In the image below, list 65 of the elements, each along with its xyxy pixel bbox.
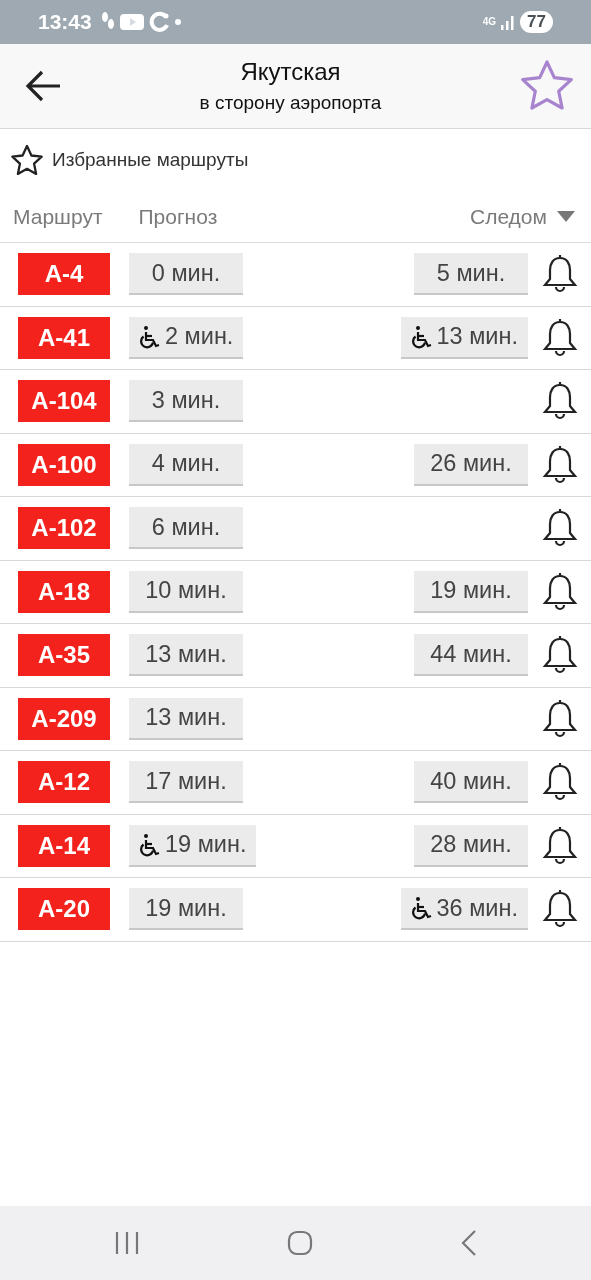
dot-icon <box>173 18 182 26</box>
back-icon[interactable] <box>461 1230 478 1256</box>
bell-icon[interactable] <box>542 889 578 930</box>
bell-icon[interactable] <box>542 698 578 739</box>
arrival-time: 4 мин. <box>129 443 243 486</box>
wheelchair-icon <box>139 324 161 349</box>
next-arrival-time: 26 мин. <box>414 443 528 486</box>
wheelchair-icon <box>139 832 161 857</box>
next-arrival-time: 19 мин. <box>414 570 528 613</box>
arrival-time: 13 мин. <box>129 634 243 677</box>
signal-icon <box>500 14 517 30</box>
arrival-time: 6 мин. <box>129 507 243 550</box>
route-badge: А-104 <box>18 380 110 423</box>
column-header: Маршрут <box>13 204 103 229</box>
next-arrival-time: 13 мин. <box>400 316 528 359</box>
bell-icon[interactable] <box>542 825 578 866</box>
arrival-time: 10 мин. <box>129 570 243 613</box>
bell-icon[interactable] <box>542 762 578 803</box>
caret-icon <box>557 211 575 222</box>
clock: 13:43 <box>38 10 92 34</box>
sort-dropdown[interactable]: Следом <box>470 204 575 229</box>
bell-icon[interactable] <box>542 444 578 485</box>
arrival-time: 0 мин. <box>129 253 243 296</box>
recent-apps-icon[interactable] <box>113 1231 140 1255</box>
arrival-time: 3 мин. <box>129 380 243 423</box>
arrival-time: 2 мин. <box>129 316 244 359</box>
route-badge: А-41 <box>18 316 110 359</box>
next-arrival-time: 44 мин. <box>414 634 528 677</box>
route-badge: А-14 <box>18 824 110 867</box>
back-button[interactable] <box>24 69 62 103</box>
bell-icon[interactable] <box>542 635 578 676</box>
wheelchair-icon <box>410 324 433 349</box>
route-badge: А-20 <box>18 888 110 931</box>
bell-icon[interactable] <box>542 317 578 358</box>
arrival-time: 17 мин. <box>129 761 243 804</box>
route-badge: А-4 <box>18 253 110 296</box>
arrival-time: 13 мин. <box>129 697 243 740</box>
arrival-time: 19 мин. <box>129 888 243 931</box>
route-badge: А-209 <box>18 697 110 740</box>
bell-icon[interactable] <box>542 254 578 295</box>
route-badge: А-12 <box>18 761 110 804</box>
arrival-time: 19 мин. <box>129 824 257 867</box>
direction-subtitle: в сторону аэропорта <box>199 92 382 114</box>
next-arrival-time: 5 мин. <box>414 253 528 296</box>
bell-icon[interactable] <box>542 381 578 422</box>
star-icon <box>10 144 44 176</box>
route-badge: А-102 <box>18 507 110 550</box>
route-badge: А-35 <box>18 634 110 677</box>
sync-icon <box>147 11 170 33</box>
star-icon[interactable] <box>519 59 575 113</box>
favorite-routes-link[interactable]: Избранные маршруты <box>0 129 255 191</box>
next-arrival-time: 36 мин. <box>400 888 528 931</box>
home-icon[interactable] <box>287 1230 314 1256</box>
wheelchair-icon <box>410 896 433 921</box>
route-badge: А-18 <box>18 570 110 613</box>
stop-title: Якутская <box>240 58 341 86</box>
bell-icon[interactable] <box>542 571 578 612</box>
bell-icon[interactable] <box>542 508 578 549</box>
video-icon <box>119 13 144 31</box>
battery-indicator: 77 <box>520 11 553 33</box>
next-arrival-time: 28 мин. <box>414 824 528 867</box>
network-label: 4G <box>482 17 497 27</box>
route-badge: А-100 <box>18 443 110 486</box>
next-arrival-time: 40 мин. <box>414 761 528 804</box>
column-header: Прогноз <box>138 204 218 228</box>
